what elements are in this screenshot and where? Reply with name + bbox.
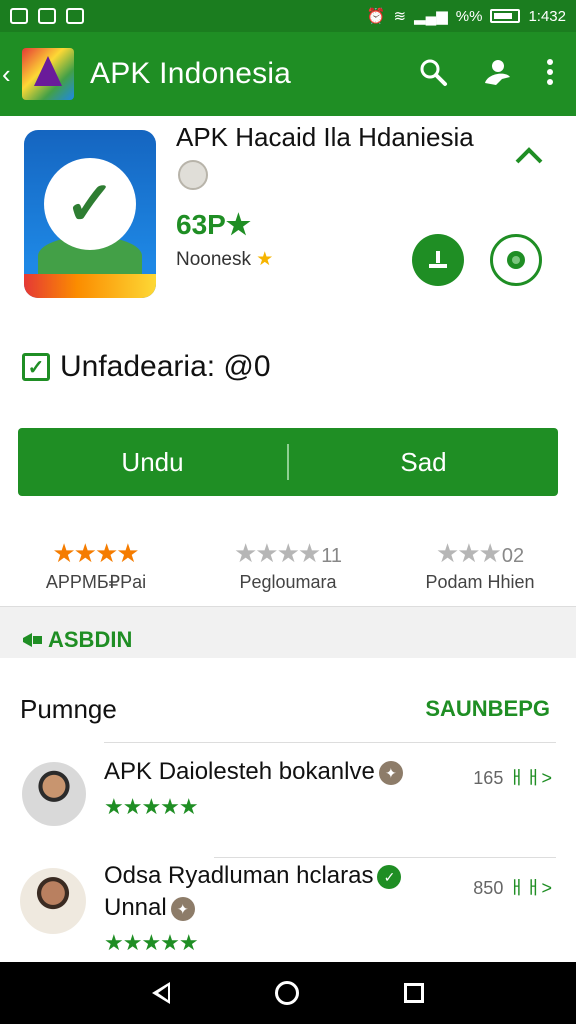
app-title: APK Indonesia — [90, 57, 292, 90]
checkmark-icon: ✓ — [64, 170, 116, 237]
list-item[interactable]: Odsa Ryadluman hclaras ✓ Unnal ✦ ★★★★★ 850… — [0, 854, 576, 962]
share-button[interactable] — [490, 234, 542, 286]
see-all-link[interactable]: SAUNBЕPG — [425, 696, 550, 722]
nav-recent-icon[interactable] — [403, 983, 424, 1003]
save-button[interactable]: Sad — [289, 428, 558, 496]
checkbox-icon[interactable]: ✓ — [22, 353, 50, 381]
app-size: 63P★ — [176, 209, 251, 240]
rating-label: APPMБ₽Pai — [45, 572, 147, 592]
system-nav-bar — [0, 962, 576, 1024]
divider — [104, 742, 556, 743]
wifi-icon: ≋ — [393, 8, 407, 25]
reviews-card: Pumnge SAUNBЕPG APK Daiolesteh bokanlve ✦… — [0, 658, 576, 962]
badge-icon: ✦ — [170, 896, 195, 921]
rating-column[interactable]: ★★★★ 11 Pegloumara — [192, 540, 384, 606]
install-button[interactable] — [412, 234, 464, 286]
status-system: ⏰ ≋ ▂▄▆ %% 1:432 — [366, 7, 566, 26]
list-item[interactable]: APK Daiolesteh bokanlve ✦ ★★★★★ 165 ㅐㅐ> — [0, 750, 576, 858]
ratings-row: ★★★★ APPMБ₽Pai ★★★★ 11 Pegloumara ★★★ 02 P… — [0, 540, 576, 606]
rating-stars: ★★★★ 11 — [234, 538, 342, 568]
image-icon — [38, 8, 56, 24]
developer-avatar — [178, 160, 208, 190]
review-name: APK Daiolesteh bokanlve ✦ — [104, 758, 403, 786]
clock: 1:432 — [528, 7, 566, 25]
app-region-label: Noonesk — [176, 249, 251, 270]
battery-icon — [490, 9, 521, 23]
more-vert-icon[interactable] — [546, 58, 554, 91]
alarm-icon: ⏰ — [366, 8, 386, 25]
verified-row: ✓ Unfadearia: @0 — [22, 350, 271, 384]
rating-column[interactable]: ★★★ 02 Podam Hhien — [384, 540, 576, 606]
app-region: Noonesk ★ — [176, 248, 273, 271]
verified-label: Unfadearia: @0 — [60, 350, 271, 383]
review-subtitle: Unnal ✦ — [104, 894, 195, 922]
app-logo — [22, 48, 74, 100]
section-tag: ASBDIN — [22, 627, 132, 653]
rating-column[interactable]: ★★★★ APPMБ₽Pai — [0, 540, 192, 606]
avatar — [22, 762, 86, 826]
notification-icon — [10, 8, 28, 24]
app-detail-title: APK Hacaid Ila Hdaniesia — [176, 122, 474, 152]
review-stars: ★★★★★ — [104, 930, 199, 955]
search-icon[interactable] — [418, 57, 448, 92]
avatar — [20, 868, 86, 934]
account-icon[interactable] — [482, 57, 512, 92]
rating-stars: ★★★ 02 — [435, 538, 525, 568]
app-bar-actions — [418, 57, 554, 92]
review-count: 165 ㅐㅐ> — [473, 768, 552, 788]
back-icon[interactable]: ‹ — [2, 61, 20, 87]
nav-home-icon[interactable] — [274, 981, 299, 1005]
message-icon — [66, 8, 84, 24]
app-bar: ‹ APK Indonesia — [0, 32, 576, 116]
review-name: Odsa Ryadluman hclaras ✓ — [104, 862, 402, 890]
megaphone-icon — [23, 633, 42, 647]
badge-icon: ✦ — [378, 760, 403, 785]
download-button[interactable]: Undu — [18, 428, 287, 496]
rating-label: Podam Hhien — [425, 572, 535, 592]
chevron-up-icon[interactable] — [514, 140, 544, 172]
status-bar: ⏰ ≋ ▂▄▆ %% 1:432 — [0, 0, 576, 32]
signal-icon: ▂▄▆ — [414, 8, 448, 25]
app-icon: ✓ — [24, 130, 156, 298]
rating-stars: ★★★★ — [52, 538, 139, 568]
rating-label: Pegloumara — [239, 572, 337, 592]
download-split-button: Undu Sad — [18, 428, 558, 496]
battery-percent: %% — [455, 7, 483, 25]
nav-back-icon[interactable] — [152, 982, 171, 1004]
section-separator: ASBDIN — [0, 606, 576, 658]
star-icon: ★ — [256, 249, 274, 270]
status-notifications — [10, 8, 84, 24]
review-stars: ★★★★★ — [104, 794, 199, 819]
review-count: 850 ㅐㅐ> — [473, 878, 552, 898]
section-tag-label: ASBDIN — [48, 627, 133, 652]
reviews-heading: Pumnge — [20, 694, 117, 724]
verified-icon: ✓ — [377, 864, 402, 889]
